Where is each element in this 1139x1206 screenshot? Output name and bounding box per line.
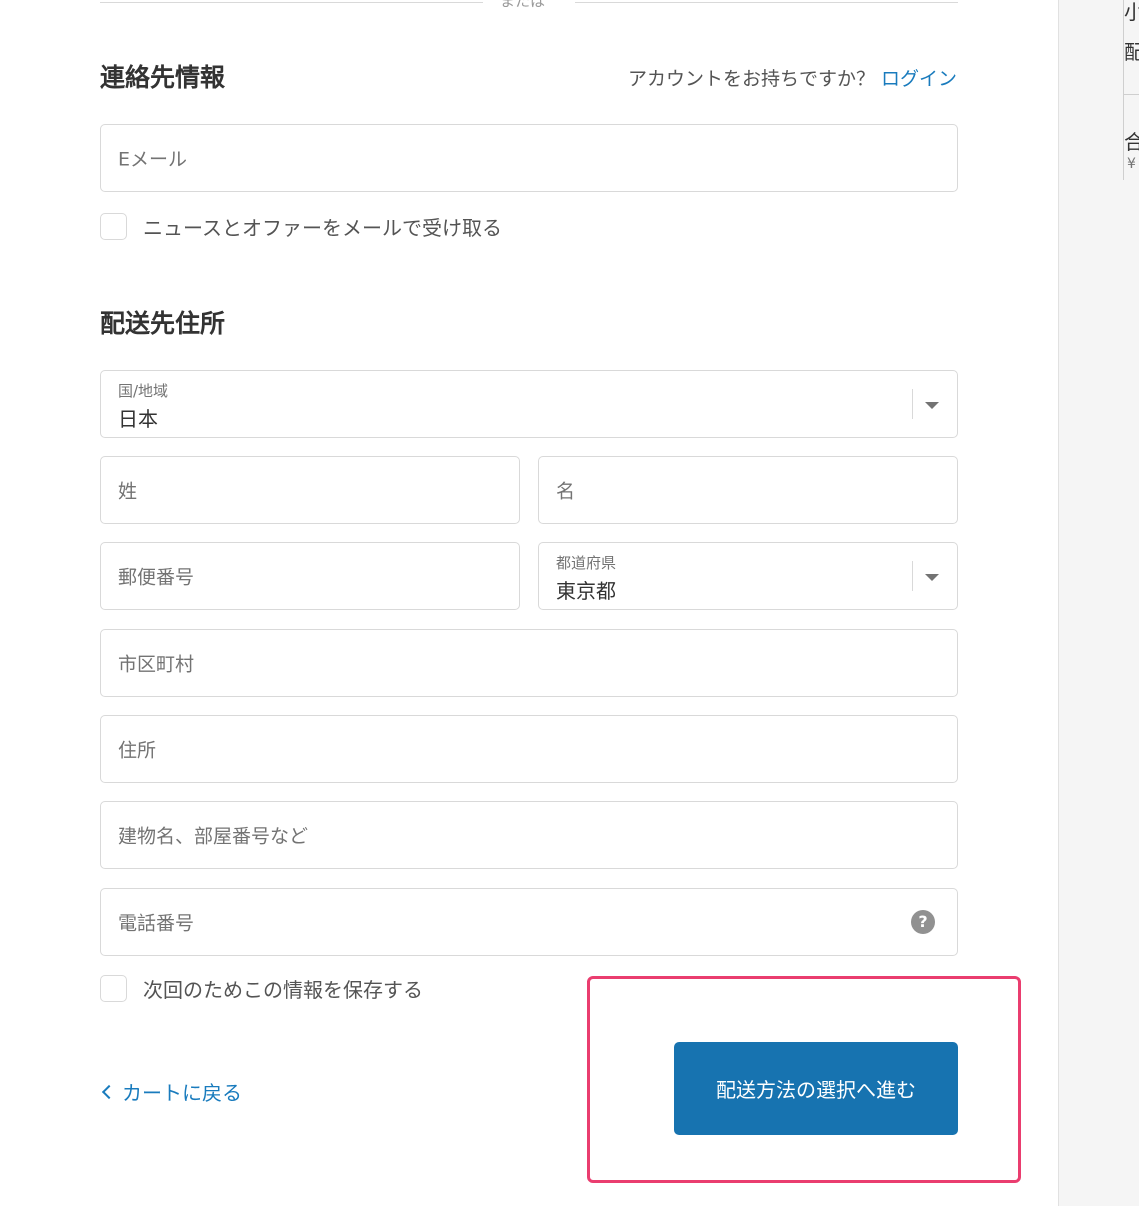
contact-section-title: 連絡先情報	[100, 63, 226, 92]
postal-code-placeholder: 郵便番号	[118, 566, 195, 589]
summary-shipping-label: 配	[1124, 40, 1139, 64]
last-name-field[interactable]: 姓	[100, 456, 520, 524]
back-to-cart-label: カートに戻る	[122, 1081, 242, 1105]
chevron-down-icon	[925, 402, 939, 409]
checkout-main: または 連絡先情報 アカウントをお持ちですか？ ログイン Eメール ニュースとオフ…	[0, 0, 1058, 1206]
prefecture-label: 都道府県	[556, 554, 617, 572]
summary-subtotal-label: 小	[1124, 0, 1139, 24]
summary-divider	[1123, 94, 1139, 95]
address-field[interactable]: 住所	[100, 715, 958, 783]
save-info-label[interactable]: 次回のためこの情報を保存する	[143, 974, 423, 1003]
newsletter-row: ニュースとオファーをメールで受け取る	[100, 212, 502, 240]
country-label: 国/地域	[118, 382, 169, 400]
select-separator	[912, 389, 913, 419]
summary-total-label: 合	[1124, 130, 1139, 154]
prefecture-select[interactable]: 都道府県 東京都	[538, 542, 958, 610]
save-info-row: 次回のためこの情報を保存する	[100, 974, 423, 1002]
chevron-left-icon	[101, 1084, 117, 1099]
last-name-placeholder: 姓	[118, 480, 138, 503]
first-name-field[interactable]: 名	[538, 456, 958, 524]
city-field[interactable]: 市区町村	[100, 629, 958, 697]
newsletter-checkbox[interactable]	[100, 212, 127, 240]
back-to-cart-link[interactable]: カートに戻る	[100, 1077, 242, 1106]
save-info-checkbox[interactable]	[100, 974, 127, 1002]
postal-code-field[interactable]: 郵便番号	[100, 542, 520, 610]
login-link[interactable]: ログイン	[881, 68, 957, 90]
email-field[interactable]: Eメール	[100, 124, 958, 192]
chevron-down-icon	[925, 574, 939, 581]
highlight-box	[587, 976, 1021, 1183]
divider-left	[100, 2, 483, 3]
building-field[interactable]: 建物名、部屋番号など	[100, 801, 958, 869]
phone-field[interactable]: 電話番号 ?	[100, 888, 958, 956]
divider-right	[575, 2, 958, 3]
divider-text: または	[500, 0, 546, 10]
first-name-placeholder: 名	[556, 480, 576, 503]
newsletter-label[interactable]: ニュースとオファーをメールで受け取る	[143, 212, 502, 241]
select-separator	[912, 561, 913, 591]
country-value: 日本	[118, 407, 158, 431]
shipping-section-title: 配送先住所	[100, 309, 226, 338]
account-question: アカウントをお持ちですか？ ログイン	[628, 64, 957, 91]
address-placeholder: 住所	[118, 739, 157, 762]
building-placeholder: 建物名、部屋番号など	[118, 825, 309, 848]
help-icon[interactable]: ?	[911, 910, 935, 934]
summary-total-currency: ¥	[1127, 156, 1136, 172]
prefecture-value: 東京都	[556, 579, 616, 603]
email-placeholder: Eメール	[118, 148, 188, 171]
country-select[interactable]: 国/地域 日本	[100, 370, 958, 438]
order-summary-sidebar: 小 配 合 ¥	[1058, 0, 1139, 1206]
phone-placeholder: 電話番号	[118, 912, 195, 935]
city-placeholder: 市区町村	[118, 653, 195, 676]
account-question-text: アカウントをお持ちですか？	[627, 68, 875, 90]
